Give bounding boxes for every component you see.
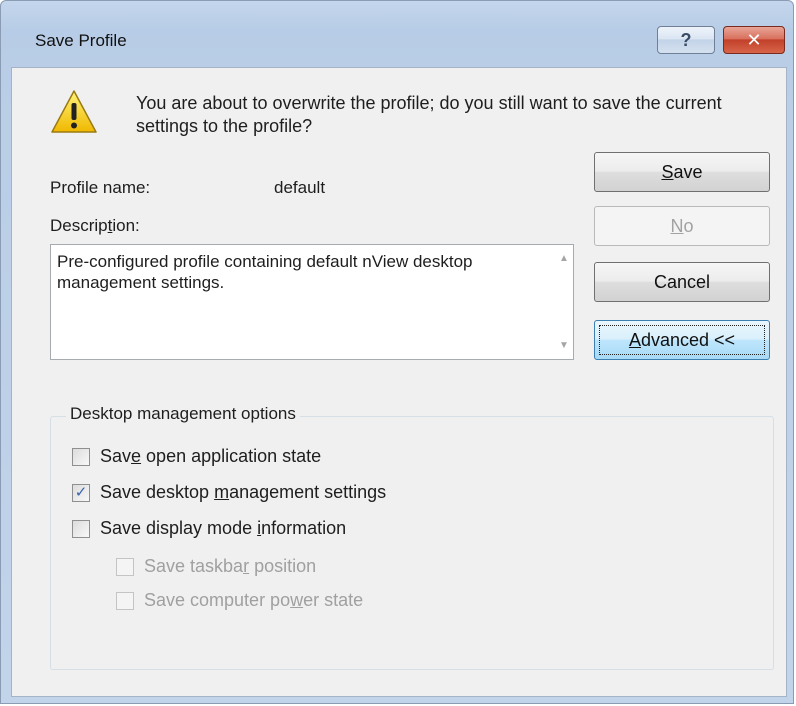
focus-ring [599, 325, 765, 355]
cancel-button-label: Cancel [653, 271, 711, 292]
option-save-display-mode[interactable]: Save display mode information [72, 518, 346, 539]
help-icon: ? [680, 29, 692, 50]
desktop-options-group-label: Desktop management options [66, 404, 300, 424]
option-save-taskbar-position[interactable]: Save taskbar position [116, 556, 316, 577]
save-profile-dialog: Save Profile ? ✕ You are about to overwr… [0, 0, 794, 704]
description-text: Pre-configured profile containing defaul… [57, 252, 473, 292]
title-bar[interactable]: Save Profile ? ✕ [1, 1, 793, 54]
no-button[interactable]: No [594, 206, 770, 246]
close-icon: ✕ [746, 29, 762, 50]
check-icon: ✓ [74, 484, 88, 501]
option-save-computer-power-state[interactable]: Save computer power state [116, 590, 363, 611]
scroll-up-arrow-icon[interactable]: ▲ [559, 253, 569, 264]
checkbox-save-open-app-state[interactable] [72, 447, 90, 466]
option-save-open-app-state[interactable]: Save open application state [72, 446, 321, 467]
warning-message: You are about to overwrite the profile; … [136, 93, 722, 136]
checkbox-save-taskbar-position[interactable] [116, 557, 134, 576]
option-label: Save desktop management settings [100, 482, 387, 502]
checkbox-save-computer-power-state[interactable] [116, 591, 134, 610]
save-button-label: Save [661, 161, 703, 182]
option-label: Save taskbar position [144, 556, 317, 576]
description-scrollbar[interactable]: ▲ ▼ [553, 245, 573, 359]
dialog-client-area: You are about to overwrite the profile; … [11, 67, 787, 697]
option-label: Save display mode information [100, 518, 347, 538]
checkbox-save-desktop-management[interactable]: ✓ [72, 483, 90, 502]
description-label: Description: [50, 216, 140, 235]
cancel-button[interactable]: Cancel [594, 262, 770, 302]
close-button[interactable]: ✕ [723, 26, 785, 54]
help-button[interactable]: ? [657, 26, 715, 54]
description-textarea[interactable]: Pre-configured profile containing defaul… [50, 244, 574, 360]
no-button-label: No [670, 215, 694, 236]
window-title: Save Profile [35, 31, 127, 50]
profile-name-value: default [274, 178, 326, 197]
option-label: Save open application state [100, 446, 322, 466]
checkbox-save-display-mode[interactable] [72, 519, 90, 538]
option-save-desktop-management[interactable]: ✓ Save desktop management settings [72, 482, 386, 503]
option-label: Save computer power state [144, 590, 364, 610]
save-button[interactable]: Save [594, 152, 770, 192]
warning-icon [51, 90, 97, 133]
profile-name-label: Profile name: [50, 178, 151, 197]
scroll-down-arrow-icon[interactable]: ▼ [559, 340, 569, 351]
advanced-button[interactable]: Advanced << [594, 320, 770, 360]
